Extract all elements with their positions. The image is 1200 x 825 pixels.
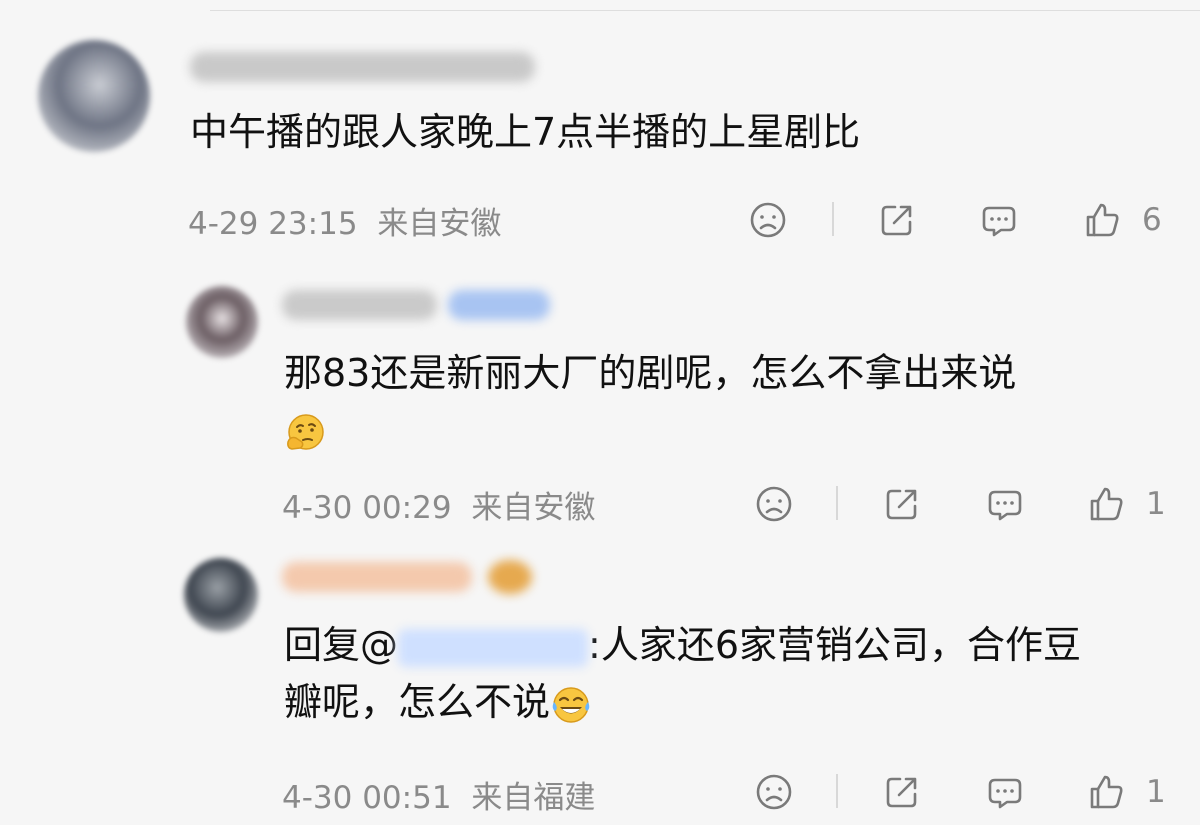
share-icon[interactable]: [880, 770, 924, 814]
thinking-emoji: [287, 413, 324, 450]
comment-text-line1: 那83还是新丽大厂的剧呢，怎么不拿出来说: [284, 351, 1017, 395]
comment-text-line1: :人家还6家营销公司，合作豆: [588, 623, 1081, 667]
comment-icon[interactable]: [983, 770, 1027, 814]
action-bar: 1: [0, 770, 1200, 810]
share-icon[interactable]: [880, 482, 924, 526]
like-count: 6: [1142, 202, 1162, 238]
comment-text: 中午播的跟人家晚上7点半播的上星剧比: [190, 110, 861, 154]
username-blurred[interactable]: [282, 562, 472, 592]
comment-icon[interactable]: [977, 198, 1021, 242]
comment-text: 回复@ :人家还6家营销公司，合作豆 瓣呢，怎么不说: [284, 617, 1081, 731]
avatar[interactable]: [184, 558, 258, 632]
username-blurred[interactable]: [282, 290, 437, 320]
action-bar: 6: [0, 198, 1200, 238]
action-bar: 1: [0, 482, 1200, 522]
like-count: 1: [1146, 486, 1166, 522]
avatar[interactable]: [38, 40, 150, 152]
username-blurred[interactable]: [190, 52, 535, 82]
dislike-face-icon[interactable]: [752, 482, 796, 526]
comment-icon[interactable]: [983, 482, 1027, 526]
laughing-tears-emoji: [552, 686, 590, 723]
top-divider: [210, 10, 1200, 11]
action-divider: [836, 774, 838, 808]
share-icon[interactable]: [875, 198, 919, 242]
like-thumb-icon[interactable]: [1080, 198, 1124, 242]
reply-label: 回复@: [284, 623, 399, 667]
like-thumb-icon[interactable]: [1084, 770, 1128, 814]
dislike-face-icon[interactable]: [752, 770, 796, 814]
comment-text: 那83还是新丽大厂的剧呢，怎么不拿出来说: [284, 345, 1016, 459]
action-divider: [836, 486, 838, 520]
comment-text-line2: 瓣呢，怎么不说: [284, 680, 551, 724]
like-count: 1: [1146, 774, 1166, 810]
mention-blurred[interactable]: [398, 628, 589, 667]
user-badge-blurred: [448, 290, 550, 320]
reply-prefix: 回复@: [284, 623, 398, 667]
action-divider: [832, 202, 834, 236]
avatar[interactable]: [186, 286, 258, 358]
dislike-face-icon[interactable]: [746, 198, 790, 242]
like-thumb-icon[interactable]: [1084, 482, 1128, 526]
user-badge-blurred: [488, 560, 532, 594]
